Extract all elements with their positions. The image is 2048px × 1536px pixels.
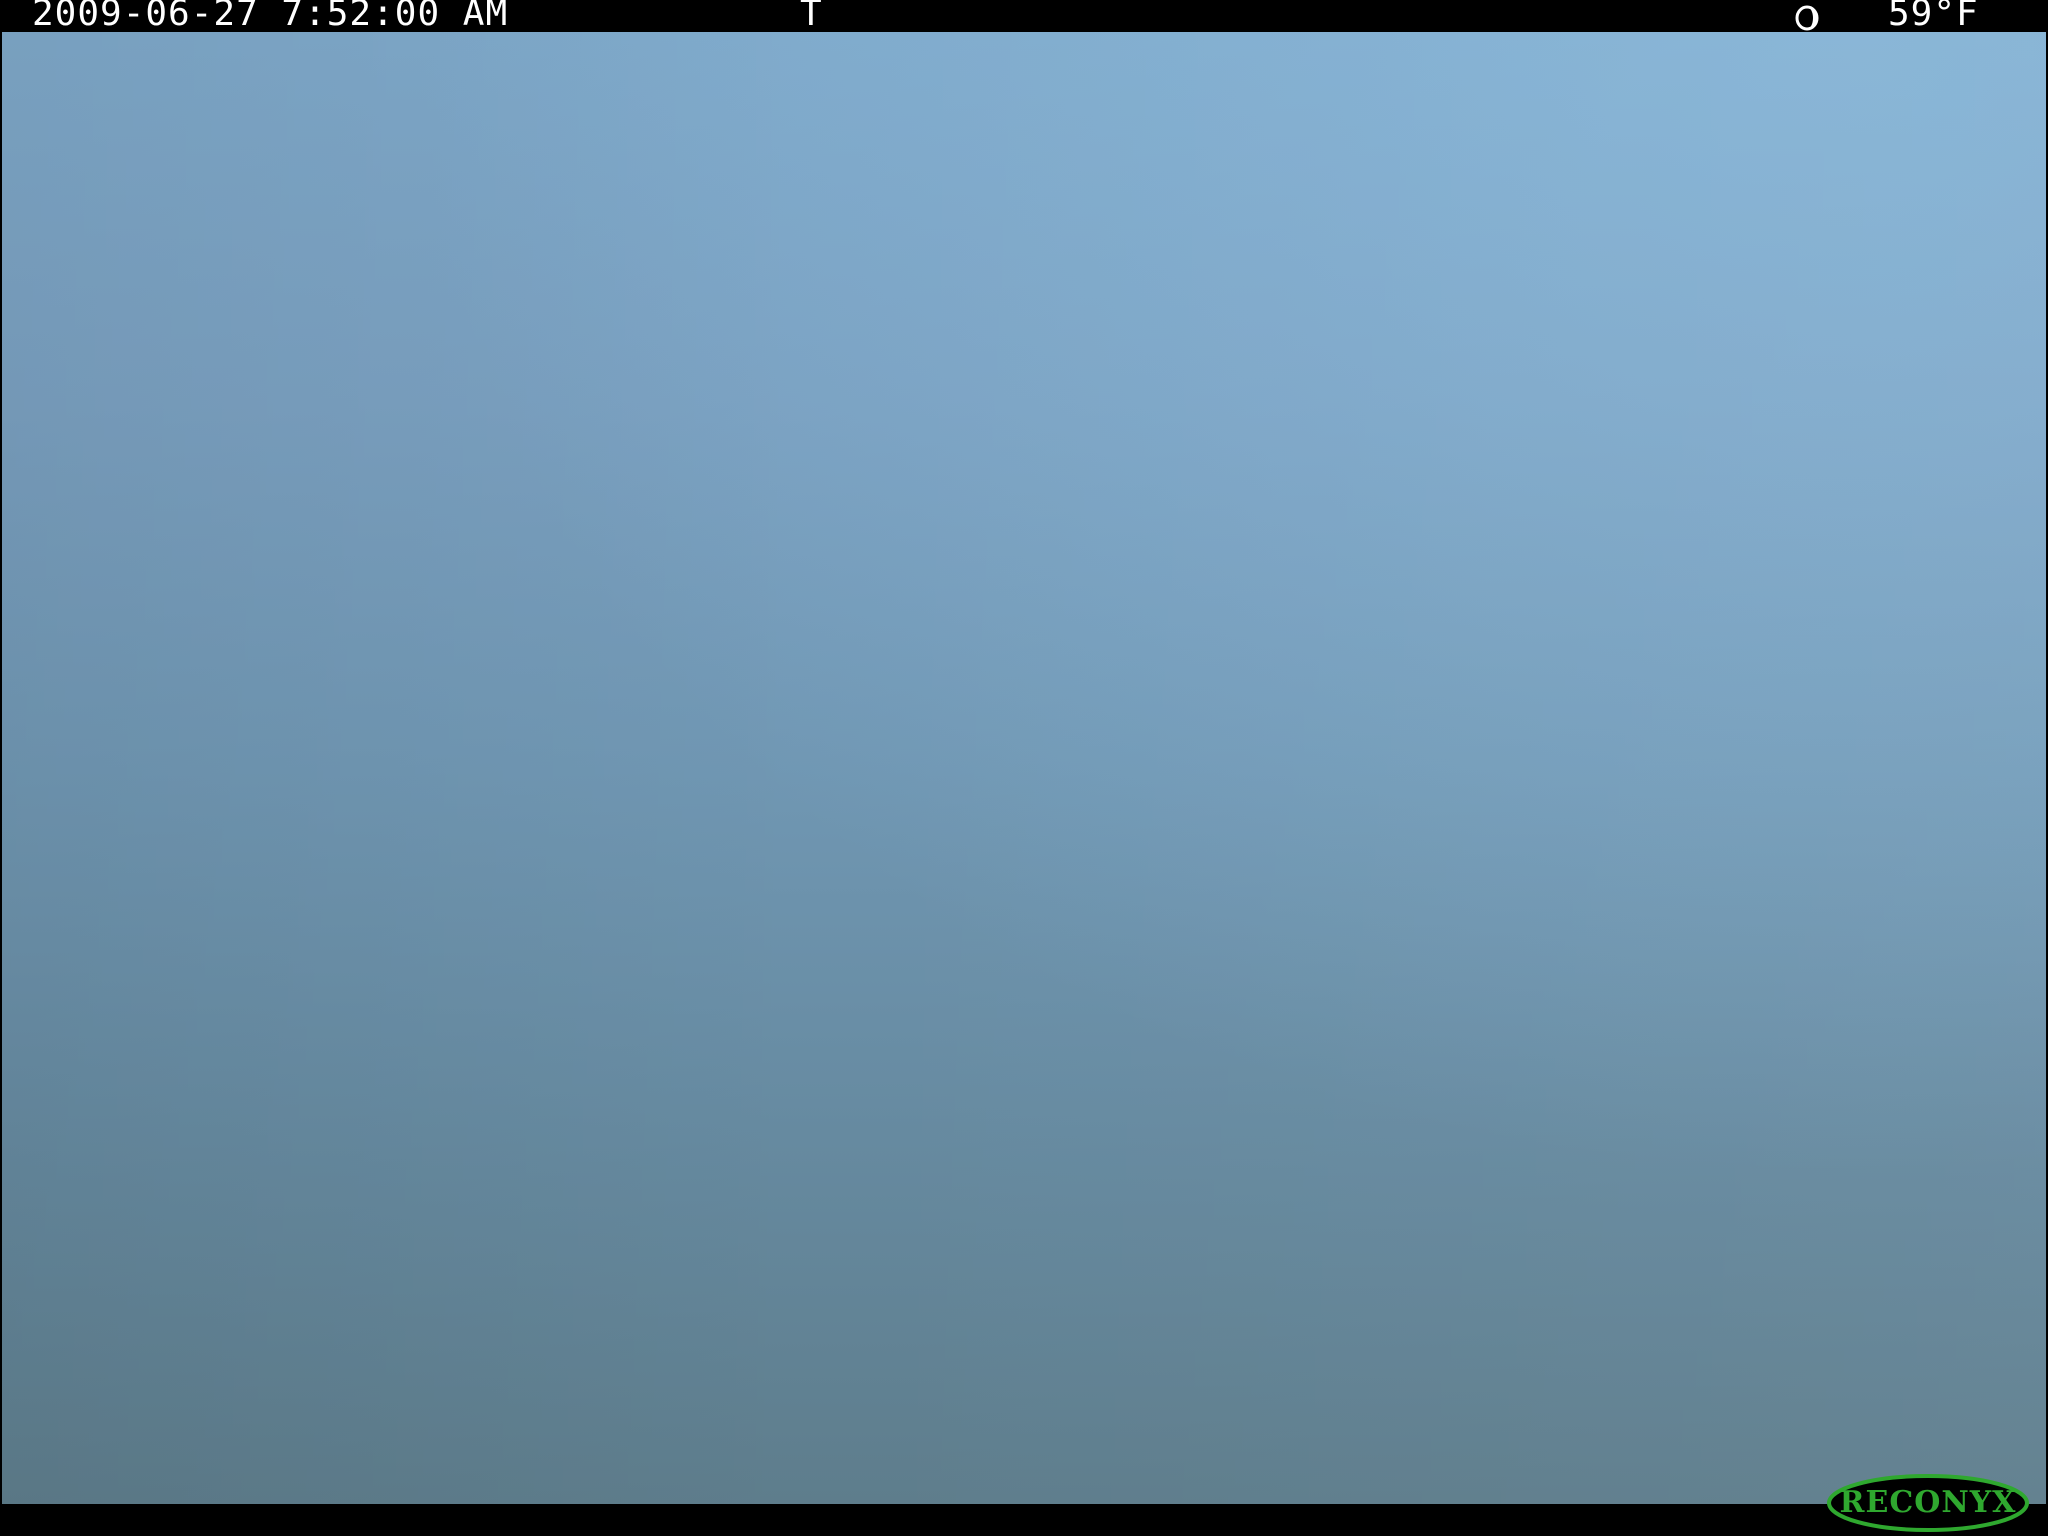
- sky-scene: [0, 32, 2048, 1504]
- reconyx-logo: RECONYX: [1826, 1473, 2030, 1533]
- temperature: 59°F: [1888, 0, 1979, 34]
- bottom-bar: [0, 1504, 2048, 1536]
- left-border: [0, 32, 2, 1504]
- moon-phase-icon: [1794, 4, 1820, 31]
- trigger-indicator: T: [800, 0, 823, 34]
- timestamp: 2009-06-27 7:52:00 AM: [32, 0, 509, 34]
- logo-text: RECONYX: [1839, 1485, 2017, 1520]
- info-bar: 2009-06-27 7:52:00 AM T 59°F: [0, 0, 2048, 32]
- camera-frame: 2009-06-27 7:52:00 AM T 59°F RECONYX: [0, 0, 2048, 1536]
